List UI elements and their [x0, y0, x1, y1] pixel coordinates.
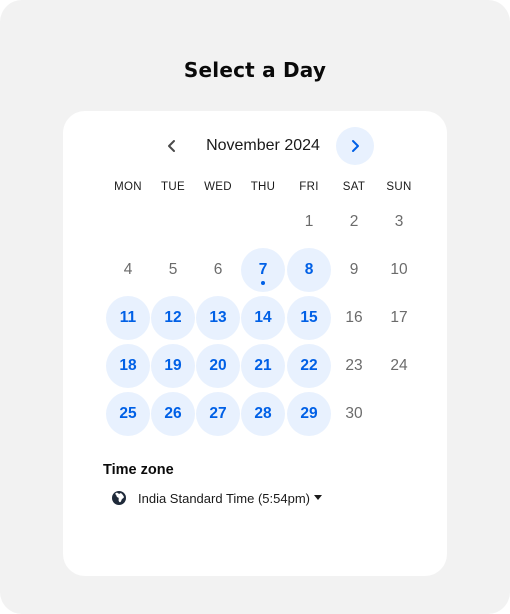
day-number: 21	[254, 357, 272, 374]
day-number: 9	[349, 261, 359, 278]
timezone-selector[interactable]: India Standard Time (5:54pm)	[111, 488, 322, 508]
scheduler-panel: Select a Day November 2024 MON TUE WED THU F…	[0, 0, 510, 614]
day-cell[interactable]: 8	[287, 248, 331, 292]
day-number: 16	[345, 309, 363, 326]
day-number: 6	[213, 261, 223, 278]
day-number: 14	[254, 309, 272, 326]
day-cell[interactable]: 26	[151, 392, 195, 436]
day-number: 4	[123, 261, 133, 278]
day-number: 8	[304, 261, 314, 278]
day-number: 5	[168, 261, 178, 278]
day-cell[interactable]: 29	[287, 392, 331, 436]
day-cell: 5	[151, 248, 195, 292]
timezone-value: India Standard Time (5:54pm)	[138, 490, 310, 506]
day-cell: 1	[287, 200, 331, 244]
day-number: 7	[258, 261, 268, 278]
day-cell: 4	[106, 248, 150, 292]
weekday-label: SAT	[342, 181, 366, 193]
day-cell[interactable]: 18	[106, 344, 150, 388]
day-cell: 2	[332, 200, 376, 244]
day-cell[interactable]: 19	[151, 344, 195, 388]
day-number: 15	[300, 309, 318, 326]
day-number: 28	[254, 405, 272, 422]
day-number: 27	[209, 405, 227, 422]
day-number: 3	[394, 213, 404, 230]
weekday-label: SUN	[386, 181, 412, 193]
day-cell[interactable]: 20	[196, 344, 240, 388]
day-cell: 23	[332, 344, 376, 388]
day-number: 18	[119, 357, 137, 374]
weekday-label: FRI	[299, 181, 319, 193]
day-number: 23	[345, 357, 363, 374]
weekday-label: TUE	[161, 181, 185, 193]
day-number: 24	[390, 357, 408, 374]
day-cell: 6	[196, 248, 240, 292]
weekday-label: WED	[204, 181, 232, 193]
page-title: Select a Day	[183, 58, 327, 82]
chevron-right-icon	[352, 140, 359, 152]
day-number: 1	[304, 213, 314, 230]
day-cell[interactable]: 11	[106, 296, 150, 340]
day-cell: 3	[377, 200, 421, 244]
day-cell: 10	[377, 248, 421, 292]
calendar-card: November 2024 MON TUE WED THU FRI SAT SUN 1234…	[63, 111, 447, 576]
day-cell[interactable]: 21	[241, 344, 285, 388]
day-grid: 1 2 3 4 5 6 7 8 9 10 11 12 13 14 15 16 17 18 19 20 21 22 23 24 2…	[63, 200, 447, 445]
weekday-header: MON TUE WED THU FRI SAT SUN	[63, 181, 447, 197]
day-cell[interactable]: 12	[151, 296, 195, 340]
day-cell[interactable]: 13	[196, 296, 240, 340]
day-number: 26	[164, 405, 182, 422]
day-cell: 9	[332, 248, 376, 292]
day-number: 29	[300, 405, 318, 422]
timezone-label: Time zone	[103, 462, 174, 478]
day-number: 12	[164, 309, 182, 326]
day-cell[interactable]: 7	[241, 248, 285, 292]
day-number: 11	[119, 309, 137, 326]
day-number: 20	[209, 357, 227, 374]
day-number: 2	[349, 213, 359, 230]
weekday-label: THU	[250, 181, 276, 193]
globe-icon	[112, 491, 126, 505]
day-cell[interactable]: 14	[241, 296, 285, 340]
day-cell[interactable]: 15	[287, 296, 331, 340]
day-number: 19	[164, 357, 182, 374]
day-cell[interactable]: 25	[106, 392, 150, 436]
day-cell[interactable]: 28	[241, 392, 285, 436]
today-indicator	[261, 281, 265, 285]
day-cell: 30	[332, 392, 376, 436]
day-cell: 24	[377, 344, 421, 388]
day-cell: 17	[377, 296, 421, 340]
day-number: 30	[345, 405, 363, 422]
day-number: 22	[300, 357, 318, 374]
previous-month-button[interactable]	[154, 128, 190, 164]
day-number: 17	[390, 309, 408, 326]
day-cell: 16	[332, 296, 376, 340]
day-cell[interactable]: 22	[287, 344, 331, 388]
day-number: 25	[119, 405, 137, 422]
day-number: 10	[390, 261, 408, 278]
month-navigation: November 2024	[63, 127, 447, 165]
caret-down-icon	[313, 495, 322, 500]
chevron-left-icon	[168, 140, 175, 152]
month-label: November 2024	[206, 137, 320, 154]
day-cell[interactable]: 27	[196, 392, 240, 436]
day-number: 13	[209, 309, 227, 326]
weekday-label: MON	[114, 181, 142, 193]
next-month-button[interactable]	[336, 127, 374, 165]
